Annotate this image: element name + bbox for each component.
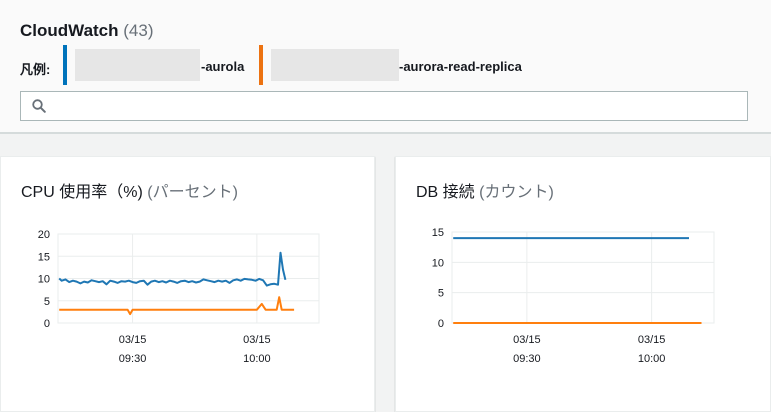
x-tick-label: 09:30 bbox=[513, 353, 541, 365]
y-tick-label: 20 bbox=[38, 229, 50, 241]
metric-unit: (パーセント) bbox=[147, 184, 238, 201]
y-tick-label: 0 bbox=[44, 318, 50, 330]
metric-card-cpu: CPU 使用率（%) (パーセント) 0 5 10 15 20 03/15 09:30 03/… bbox=[0, 156, 375, 412]
legend-swatch-orange bbox=[259, 45, 263, 85]
y-tick-label: 5 bbox=[438, 288, 444, 300]
cpu-chart[interactable]: 0 5 10 15 20 03/15 09:30 03/15 10:00 bbox=[1, 217, 376, 377]
x-tick-label: 03/15 bbox=[243, 334, 271, 346]
page-title: CloudWatch (43) bbox=[20, 21, 154, 41]
x-tick-label: 03/15 bbox=[513, 334, 541, 346]
x-tick-label: 09:30 bbox=[119, 353, 147, 365]
legend-item-aurola[interactable]: -aurola bbox=[201, 59, 244, 74]
plot-frame bbox=[451, 231, 715, 324]
y-tick-label: 0 bbox=[438, 318, 444, 330]
y-tick-label: 15 bbox=[38, 251, 50, 263]
y-tick-label: 5 bbox=[44, 296, 50, 308]
redacted-instance-name bbox=[271, 49, 399, 81]
alarm-count: (43) bbox=[123, 21, 154, 40]
x-tick-label: 10:00 bbox=[638, 353, 666, 365]
redacted-instance-name bbox=[75, 49, 200, 81]
series-line-0 bbox=[58, 251, 287, 287]
search-input[interactable] bbox=[20, 91, 748, 121]
x-tick-label: 03/15 bbox=[638, 334, 666, 346]
metric-unit: (カウント) bbox=[479, 184, 554, 201]
x-tick-label: 10:00 bbox=[243, 353, 271, 365]
card-title: DB 接続 (カウント) bbox=[416, 178, 554, 202]
y-tick-label: 15 bbox=[432, 227, 444, 239]
card-title: CPU 使用率（%) (パーセント) bbox=[21, 178, 238, 202]
y-tick-label: 10 bbox=[38, 274, 50, 286]
legend-label: 凡例: bbox=[20, 62, 51, 77]
series-line-1 bbox=[59, 296, 295, 316]
metric-card-db-connections: DB 接続 (カウント) 0 5 10 15 03/15 09:30 03/15 10:00 bbox=[395, 156, 771, 412]
y-tick-label: 10 bbox=[432, 257, 444, 269]
x-tick-label: 03/15 bbox=[119, 334, 147, 346]
search-icon bbox=[32, 99, 46, 113]
cloudwatch-header: CloudWatch (43) 凡例: -aurola -aurora-read… bbox=[0, 0, 771, 134]
metric-name: DB 接続 bbox=[416, 184, 475, 201]
legend-item-read-replica[interactable]: -aurora-read-replica bbox=[399, 59, 522, 74]
metric-name: CPU 使用率（%) bbox=[21, 184, 143, 201]
legend-swatch-blue bbox=[63, 45, 67, 85]
title-text: CloudWatch bbox=[20, 21, 119, 40]
db-connections-chart[interactable]: 0 5 10 15 03/15 09:30 03/15 10:00 bbox=[396, 217, 771, 377]
